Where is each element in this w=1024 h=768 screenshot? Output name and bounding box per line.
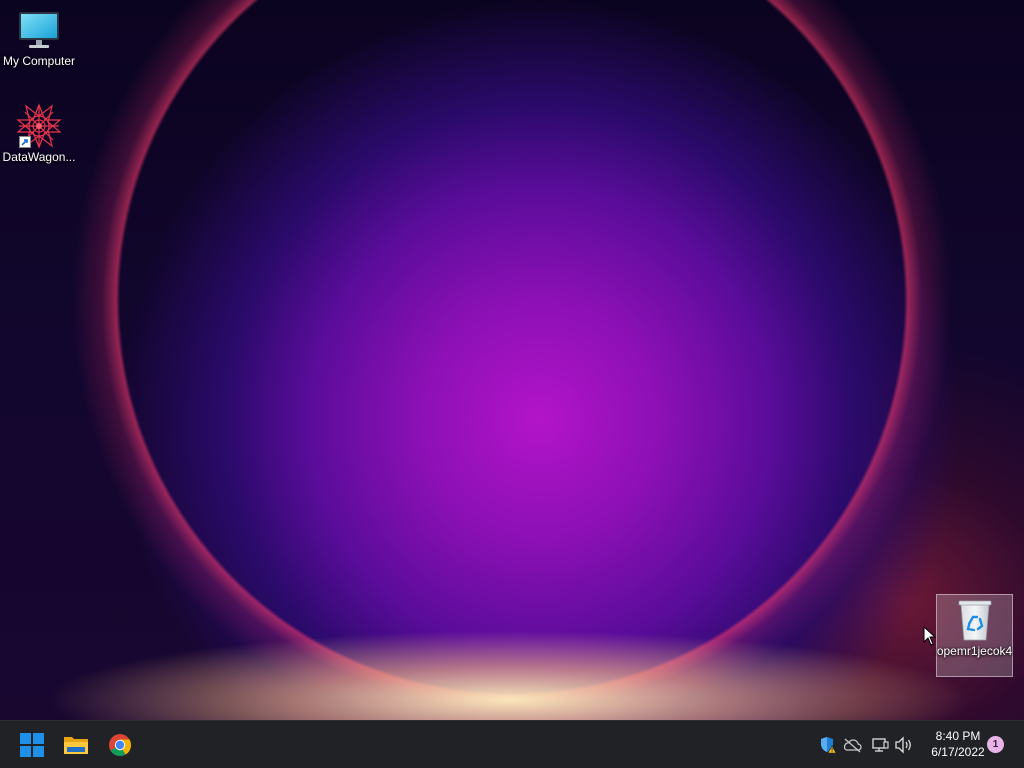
windows-start-icon bbox=[20, 733, 44, 757]
shortcut-arrow-icon bbox=[19, 136, 31, 148]
clock-time: 8:40 PM bbox=[935, 729, 981, 743]
chrome-button[interactable] bbox=[100, 725, 140, 765]
desktop: My Computer DataWagon... opemr1jecok4 8:… bbox=[0, 0, 1024, 768]
desktop-icon-my-computer[interactable]: My Computer bbox=[1, 8, 77, 68]
notification-center-badge[interactable]: 1 bbox=[987, 736, 1004, 753]
onedrive-offline-icon[interactable] bbox=[842, 735, 862, 755]
desktop-icon-label: DataWagon... bbox=[2, 150, 76, 164]
folder-icon bbox=[63, 734, 89, 756]
mouse-cursor-icon bbox=[923, 625, 937, 646]
taskbar-clock[interactable]: 8:40 PM 6/17/2022 bbox=[918, 728, 998, 760]
datawagon-app-icon bbox=[15, 103, 63, 149]
desktop-icon-label: opemr1jecok4 bbox=[936, 644, 1013, 658]
chrome-icon bbox=[108, 733, 132, 757]
start-button[interactable] bbox=[12, 725, 52, 765]
desktop-icon-datawagon[interactable]: DataWagon... bbox=[1, 103, 77, 164]
network-icon[interactable] bbox=[870, 735, 890, 755]
clock-date: 6/17/2022 bbox=[931, 745, 985, 759]
security-shield-warning-icon[interactable] bbox=[818, 735, 838, 755]
taskbar: 8:40 PM 6/17/2022 1 bbox=[0, 720, 1024, 768]
file-explorer-button[interactable] bbox=[56, 725, 96, 765]
desktop-icon-label: My Computer bbox=[2, 54, 76, 68]
computer-monitor-icon bbox=[15, 8, 63, 52]
desktop-icon-recycle-bin[interactable]: opemr1jecok4 bbox=[936, 594, 1013, 677]
recycle-bin-icon bbox=[951, 598, 999, 642]
volume-icon[interactable] bbox=[894, 735, 914, 755]
